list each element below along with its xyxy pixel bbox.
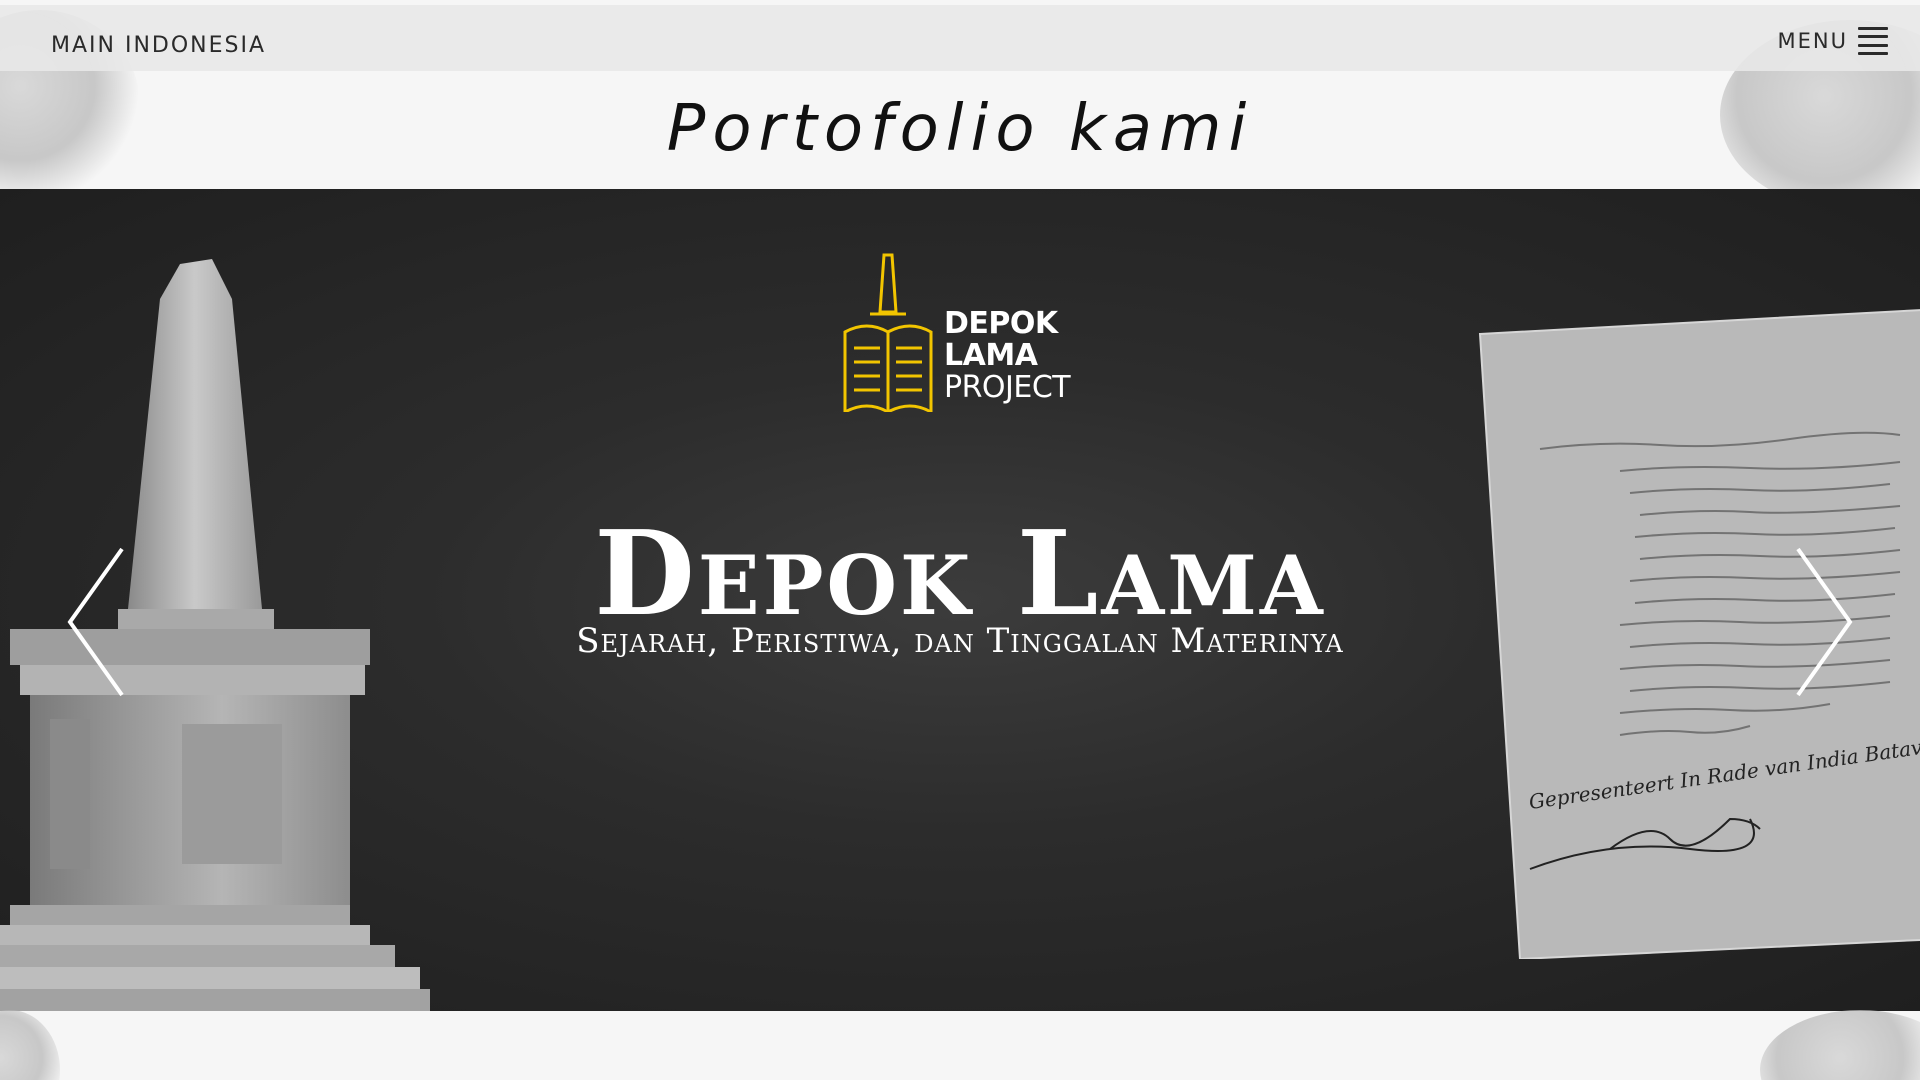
logo-wordmark: DEPOK LAMA PROJECT <box>944 306 1071 405</box>
logo-line-2: LAMA <box>944 338 1038 373</box>
floral-decoration-bottom-left <box>0 1010 60 1080</box>
depok-lama-project-logo: DEPOK LAMA PROJECT <box>840 252 1080 412</box>
logo-book-monument-icon <box>843 253 933 412</box>
logo-line-1: DEPOK <box>944 306 1058 341</box>
slide-title: Depok Lama <box>594 506 1326 642</box>
logo-line-3: PROJECT <box>944 370 1071 405</box>
page: MAIN INDONESIA MENU Portofolio kami DEPO… <box>0 0 1920 1080</box>
brand-link[interactable]: MAIN INDONESIA <box>51 33 266 58</box>
menu-button[interactable]: MENU <box>1778 27 1888 55</box>
top-navigation-bar: MAIN INDONESIA MENU <box>0 5 1920 71</box>
portfolio-slider: Gepresenteert In Rade van India Batavia … <box>0 189 1920 1011</box>
section-title: Portofolio kami <box>666 92 1254 166</box>
floral-decoration-bottom-right <box>1760 1010 1920 1080</box>
chevron-left-icon[interactable] <box>64 545 128 699</box>
chevron-right-icon[interactable] <box>1792 545 1856 699</box>
menu-label: MENU <box>1777 29 1848 53</box>
hamburger-icon <box>1858 27 1888 55</box>
slide-subtitle: Sejarah, Peristiwa, dan Tinggalan Materi… <box>576 621 1344 661</box>
